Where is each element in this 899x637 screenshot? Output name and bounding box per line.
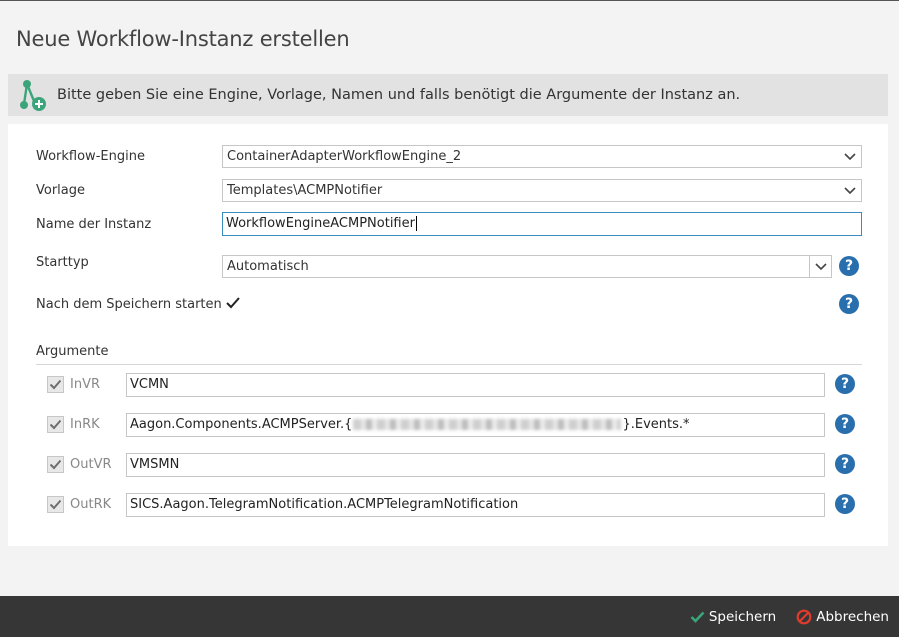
arg-outvr-label: OutVR [70, 457, 112, 472]
arg-inrk-input[interactable]: Aagon.Components.ACMPServer.{ }.Events.* [126, 413, 825, 437]
arguments-section-label: Argumente [36, 344, 109, 359]
help-icon[interactable]: ? [839, 256, 859, 276]
engine-select[interactable]: ContainerAdapterWorkflowEngine_2 [222, 145, 862, 168]
instance-name-input[interactable]: WorkflowEngineACMPNotifier [222, 212, 862, 236]
start-after-save-checkbox[interactable] [224, 294, 241, 311]
dialog-title: Neue Workflow-Instanz erstellen [16, 27, 350, 51]
save-button[interactable]: Speichern [690, 609, 776, 625]
arg-inrk-value-suffix: }.Events.* [622, 417, 690, 432]
info-bar: Bitte geben Sie eine Engine, Vorlage, Na… [8, 74, 888, 116]
instance-name-label: Name der Instanz [36, 217, 152, 232]
chevron-down-icon[interactable] [809, 256, 831, 277]
arg-outrk-input[interactable]: SICS.Aagon.TelegramNotification.ACMPTele… [126, 493, 825, 517]
cancel-button-label: Abbrechen [816, 609, 889, 625]
dialog-footer: Speichern Abbrechen [0, 596, 899, 637]
text-caret [415, 216, 417, 231]
checkmark-icon [225, 296, 240, 308]
checkmark-icon [49, 459, 62, 470]
instance-name-value: WorkflowEngineACMPNotifier [226, 216, 415, 231]
checkmark-icon [49, 379, 62, 390]
arg-outrk-value: SICS.Aagon.TelegramNotification.ACMPTele… [130, 497, 519, 512]
help-icon[interactable]: ? [835, 494, 855, 514]
redacted-guid [353, 419, 622, 430]
arguments-divider [36, 364, 862, 365]
engine-select-value: ContainerAdapterWorkflowEngine_2 [227, 149, 462, 164]
engine-label: Workflow-Engine [36, 149, 145, 164]
arg-inrk-label: InRK [70, 417, 100, 432]
cancel-icon [796, 609, 812, 625]
template-select[interactable]: Templates\ACMPNotifier [222, 179, 862, 202]
checkmark-icon [49, 499, 62, 510]
template-select-value: Templates\ACMPNotifier [227, 183, 383, 198]
arg-inrk-checkbox[interactable] [47, 416, 64, 433]
arg-outvr-value: VMSMN [130, 457, 180, 472]
checkmark-icon [690, 611, 705, 623]
chevron-down-icon[interactable] [839, 180, 861, 201]
help-icon[interactable]: ? [835, 414, 855, 434]
arg-inrk-value-prefix: Aagon.Components.ACMPServer.{ [130, 417, 353, 432]
template-label: Vorlage [36, 183, 86, 198]
arg-outrk-checkbox[interactable] [47, 496, 64, 513]
help-icon[interactable]: ? [839, 294, 859, 314]
help-icon[interactable]: ? [835, 454, 855, 474]
save-button-label: Speichern [708, 609, 777, 625]
start-type-select[interactable]: Automatisch [222, 255, 832, 278]
arg-invr-input[interactable]: VCMN [126, 373, 825, 397]
start-type-label: Starttyp [36, 255, 89, 270]
arg-outrk-label: OutRK [70, 497, 112, 512]
help-icon[interactable]: ? [835, 374, 855, 394]
start-type-value: Automatisch [227, 259, 309, 274]
chevron-down-icon[interactable] [839, 146, 861, 167]
arg-outvr-input[interactable]: VMSMN [126, 453, 825, 477]
cancel-button[interactable]: Abbrechen [796, 609, 889, 625]
arg-invr-checkbox[interactable] [47, 376, 64, 393]
checkmark-icon [49, 419, 62, 430]
arg-invr-label: InVR [70, 377, 100, 392]
arg-outvr-checkbox[interactable] [47, 456, 64, 473]
start-after-save-label: Nach dem Speichern starten [36, 297, 222, 312]
info-text: Bitte geben Sie eine Engine, Vorlage, Na… [57, 87, 741, 103]
workflow-add-icon [13, 74, 53, 116]
arg-invr-value: VCMN [130, 377, 169, 392]
